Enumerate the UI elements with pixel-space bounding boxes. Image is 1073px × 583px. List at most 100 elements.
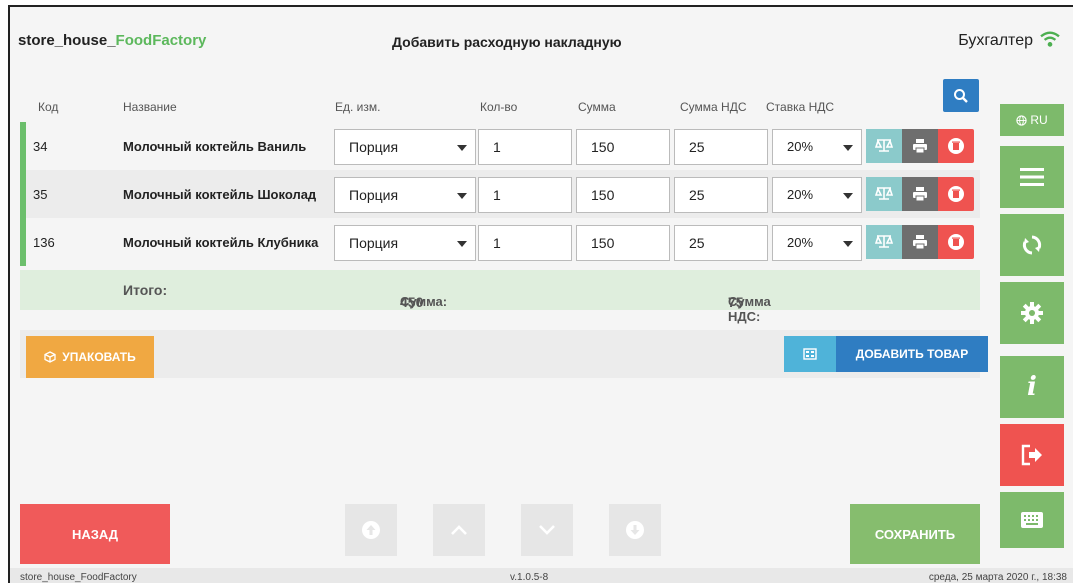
caret-down-icon [457,145,467,151]
box-icon [44,351,56,363]
refresh-icon [1022,235,1042,255]
logout-icon [1021,444,1042,466]
page-down-button[interactable] [521,504,573,556]
trash-icon [948,186,964,202]
col-qty: Кол-во [480,100,518,114]
totals-bar: Итого: Сумма: 450 Сумма НДС: 75 [20,270,980,324]
col-vat-rate: Ставка НДС [766,100,835,114]
brand-logo: store_house_FoodFactory [18,32,207,49]
row-marker [20,218,26,266]
row-name: Молочный коктейль Клубника [123,235,319,250]
page-last-button[interactable] [609,504,661,556]
row-code: 136 [33,235,55,250]
row-name: Молочный коктейль Шоколад [123,187,317,202]
gear-icon [1021,302,1043,324]
weigh-button[interactable] [866,177,902,211]
print-icon [913,235,927,250]
table-row[interactable]: 136 Молочный коктейль Клубника Порция 1 … [20,218,980,266]
top-bar: store_house_FoodFactory Добавить расходн… [10,7,1073,83]
logout-button[interactable] [1000,424,1064,486]
table-header: Код Название Ед. изм. Кол-во Сумма Сумма… [20,91,980,121]
vat-sum-input[interactable]: 25 [674,225,768,261]
vat-rate-select[interactable]: 20% [772,129,862,165]
unit-select[interactable]: Порция [334,177,476,213]
action-toolbar: УПАКОВАТЬ ДОБАВИТЬ ТОВАР [20,330,988,378]
row-marker [20,170,26,218]
info-icon: i [1027,372,1037,402]
image-icon [803,348,817,360]
page-up-button[interactable] [433,504,485,556]
trash-icon [948,138,964,154]
add-product-button[interactable]: ДОБАВИТЬ ТОВАР [836,336,988,372]
col-code: Код [38,100,59,114]
caret-down-icon [457,241,467,247]
scale-icon [875,186,893,200]
menu-button[interactable] [1000,146,1064,208]
vat-sum-input[interactable]: 25 [674,129,768,165]
info-button[interactable]: i [1000,356,1064,418]
back-button[interactable]: НАЗАД [20,504,170,564]
status-version: v.1.0.5-8 [510,572,549,583]
vat-sum-input[interactable]: 25 [674,177,768,213]
qty-input[interactable]: 1 [478,177,572,213]
app-window: store_house_FoodFactory Добавить расходн… [8,5,1073,583]
col-unit: Ед. изм. [335,100,381,114]
chevron-down-icon [539,525,555,535]
page-first-button[interactable] [345,504,397,556]
qty-input[interactable]: 1 [478,225,572,261]
col-name: Название [123,100,177,114]
caret-down-icon [843,145,853,151]
caret-down-icon [457,193,467,199]
delete-button[interactable] [938,225,974,259]
table-row[interactable]: 35 Молочный коктейль Шоколад Порция 1 15… [20,170,980,218]
sum-input[interactable]: 150 [576,225,670,261]
print-button[interactable] [902,129,938,163]
trash-icon [948,234,964,250]
delete-button[interactable] [938,129,974,163]
circle-arrow-up-icon [362,521,380,539]
pack-button[interactable]: УПАКОВАТЬ [26,336,154,378]
caret-down-icon [843,193,853,199]
print-icon [913,139,927,154]
delete-button[interactable] [938,177,974,211]
weigh-button[interactable] [866,129,902,163]
hamburger-icon [1020,168,1044,186]
row-marker [20,122,26,170]
print-icon [913,187,927,202]
qty-input[interactable]: 1 [478,129,572,165]
col-sum: Сумма [578,100,616,114]
status-datetime: среда, 25 марта 2020 г., 18:38 [928,572,1067,583]
sync-button[interactable] [1000,214,1064,276]
print-button[interactable] [902,225,938,259]
caret-down-icon [843,241,853,247]
row-name: Молочный коктейль Ваниль [123,139,307,154]
keyboard-button[interactable] [1000,492,1064,548]
scale-icon [875,234,893,248]
sum-input[interactable]: 150 [576,129,670,165]
weigh-button[interactable] [866,225,902,259]
page-title: Добавить расходную накладную [392,34,622,50]
row-code: 34 [33,139,48,154]
sum-input[interactable]: 150 [576,177,670,213]
status-app-name: store_house_FoodFactory [20,572,137,583]
vat-rate-select[interactable]: 20% [772,225,862,261]
search-button[interactable] [943,79,979,112]
settings-button[interactable] [1000,282,1064,344]
gallery-button[interactable] [784,336,836,372]
globe-icon [1016,114,1028,126]
row-code: 35 [33,187,48,202]
vat-rate-select[interactable]: 20% [772,177,862,213]
col-vat-sum: Сумма НДС [680,100,747,114]
language-button[interactable]: RU [1000,104,1064,136]
unit-select[interactable]: Порция [334,225,476,261]
save-button[interactable]: СОХРАНИТЬ [850,504,980,564]
sidebar: RU i [1000,7,1073,583]
unit-select[interactable]: Порция [334,129,476,165]
keyboard-icon [1021,512,1043,528]
circle-arrow-down-icon [626,521,644,539]
table-row[interactable]: 34 Молочный коктейль Ваниль Порция 1 150… [20,122,980,170]
status-bar: store_house_FoodFactory v.1.0.5-8 среда,… [10,568,1073,583]
search-icon [954,88,968,103]
print-button[interactable] [902,177,938,211]
chevron-up-icon [451,525,467,535]
